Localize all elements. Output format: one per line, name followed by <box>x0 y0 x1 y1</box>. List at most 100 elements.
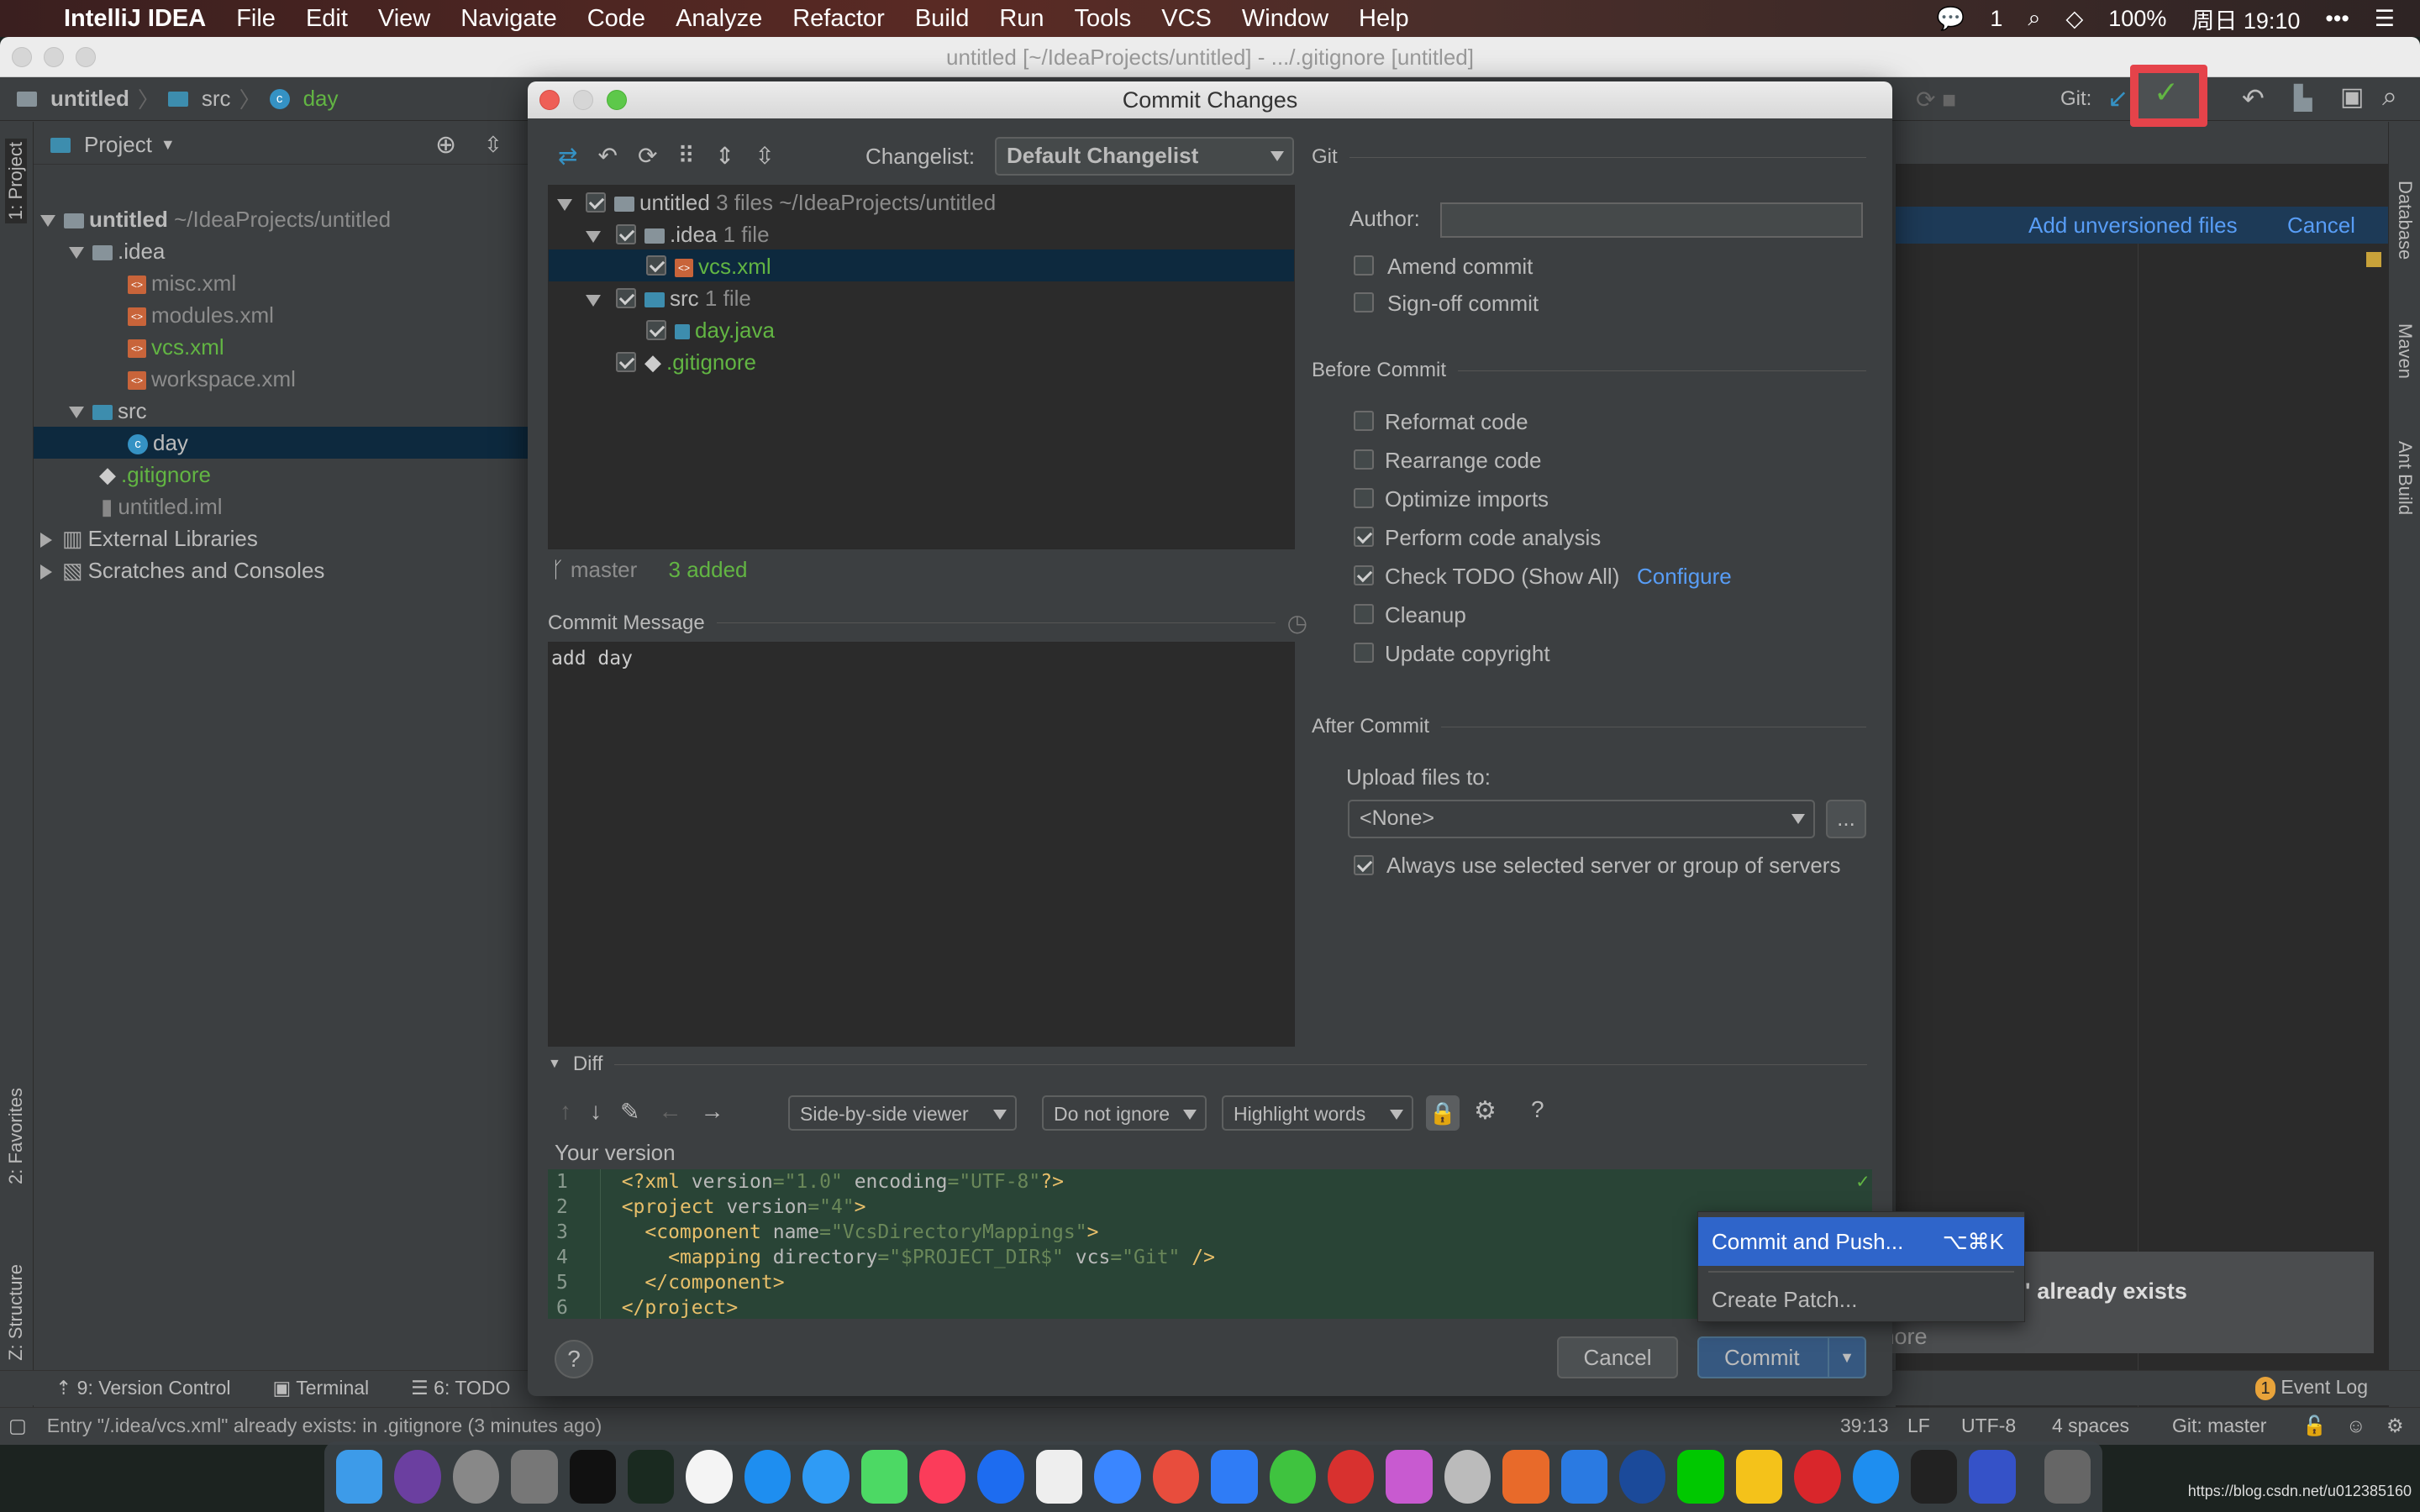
commit-and-push-item[interactable]: Commit and Push... ⌥⌘K <box>1698 1217 2024 1266</box>
before-commit-checkbox[interactable] <box>1354 527 1374 547</box>
terminal-icon[interactable]: ▣ <box>2340 82 2364 112</box>
maximize-window-button[interactable] <box>76 47 96 67</box>
menu-app[interactable]: IntelliJ IDEA <box>64 5 206 33</box>
menu-window[interactable]: Window <box>1242 5 1328 33</box>
include-checkbox[interactable] <box>616 288 636 308</box>
signoff-commit-checkbox[interactable] <box>1354 292 1374 312</box>
breadcrumb-untitled[interactable]: untitled <box>50 86 129 112</box>
menu-file[interactable]: File <box>236 5 276 33</box>
menu-navigate[interactable]: Navigate <box>460 5 556 33</box>
before-commit-checkbox[interactable] <box>1354 449 1374 470</box>
project-view-selector[interactable]: Project <box>84 132 152 158</box>
diff-code-view[interactable]: 1 <?xml version="1.0" encoding="UTF-8"?>… <box>548 1169 1872 1319</box>
commit-options-dropdown-icon[interactable]: ▼ <box>1828 1338 1865 1377</box>
expand-icon[interactable] <box>40 533 52 549</box>
project-structure-icon[interactable]: ▙ <box>2294 84 2312 112</box>
wifi-icon[interactable]: ◇ <box>2066 6 2084 32</box>
tree-item-misc[interactable]: <> misc.xml <box>128 267 236 299</box>
indent-setting[interactable]: 4 spaces <box>2052 1415 2129 1437</box>
tab-favorites[interactable]: 2: Favorites <box>5 1088 27 1184</box>
expand-icon[interactable] <box>586 295 601 307</box>
history-icon[interactable]: ◷ <box>1287 609 1307 637</box>
close-window-button[interactable] <box>12 47 32 67</box>
change-node-gitignore[interactable]: ◆ .gitignore <box>644 349 756 375</box>
clock[interactable]: 周日 19:10 <box>2191 3 2300 35</box>
menu-code[interactable]: Code <box>587 5 645 33</box>
app-icon[interactable] <box>1735 1450 1783 1504</box>
before-commit-checkbox[interactable] <box>1354 488 1374 508</box>
expand-icon[interactable] <box>586 231 601 244</box>
tree-item-vcs[interactable]: <> vcs.xml <box>128 331 224 363</box>
include-checkbox[interactable] <box>616 352 636 372</box>
notification-badge[interactable]: 1 <box>1990 6 2002 32</box>
rollback-icon[interactable]: ↶ <box>597 142 617 170</box>
dialog-zoom-button[interactable] <box>607 90 627 110</box>
notification-center-icon[interactable]: ☰ <box>2375 6 2395 32</box>
breadcrumb-src[interactable]: src <box>202 86 231 112</box>
group-by-icon[interactable]: ⠿ <box>677 142 695 170</box>
tab-ant-build[interactable]: Ant Build <box>2394 441 2416 515</box>
minimize-window-button[interactable] <box>44 47 64 67</box>
app-store-icon[interactable] <box>744 1450 792 1504</box>
activity-monitor-icon[interactable] <box>628 1450 675 1504</box>
back-icon[interactable]: ← <box>658 1098 681 1126</box>
refresh-icon[interactable]: ⟳ <box>638 142 657 170</box>
wechat-icon[interactable]: 💬 <box>1937 5 1965 32</box>
menu-edit[interactable]: Edit <box>306 5 348 33</box>
change-node-untitled[interactable] <box>557 191 581 217</box>
tree-item-day[interactable]: c day <box>34 427 528 459</box>
rollback-icon[interactable]: ↶ <box>2242 82 2265 114</box>
change-node-vcs[interactable]: <> vcs.xml <box>549 249 1294 281</box>
help-icon[interactable]: ? <box>1531 1096 1544 1123</box>
trash-icon[interactable] <box>2044 1450 2091 1504</box>
author-input[interactable] <box>1440 202 1863 238</box>
file-encoding[interactable]: UTF-8 <box>1961 1415 2016 1437</box>
menu-tools[interactable]: Tools <box>1075 5 1132 33</box>
always-use-server-checkbox[interactable] <box>1354 855 1374 875</box>
change-node-src[interactable] <box>586 286 609 312</box>
line-separator[interactable]: LF <box>1907 1415 1930 1437</box>
include-checkbox[interactable] <box>586 192 606 213</box>
amend-commit-checkbox[interactable] <box>1354 255 1374 276</box>
inspector-icon[interactable]: ☺ <box>2346 1415 2365 1437</box>
menu-refactor[interactable]: Refactor <box>792 5 885 33</box>
launchpad-icon[interactable] <box>452 1450 500 1504</box>
tab-structure[interactable]: Z: Structure <box>5 1264 27 1361</box>
update-project-icon[interactable]: ↙ <box>2107 84 2128 113</box>
app-icon[interactable] <box>1502 1450 1549 1504</box>
menu-run[interactable]: Run <box>999 5 1044 33</box>
before-commit-checkbox[interactable] <box>1354 565 1374 585</box>
before-commit-checkbox[interactable] <box>1354 604 1374 624</box>
collapse-all-icon[interactable]: ⇳ <box>484 132 502 158</box>
expand-icon[interactable] <box>40 215 55 228</box>
itunes-icon[interactable] <box>919 1450 966 1504</box>
before-commit-checkbox[interactable] <box>1354 643 1374 663</box>
expand-icon[interactable] <box>557 199 572 212</box>
photos-icon[interactable] <box>686 1450 733 1504</box>
configure-todo-link[interactable]: Configure <box>1637 564 1732 590</box>
search-everywhere-icon[interactable]: ⌕ <box>2382 81 2397 113</box>
battery-level[interactable]: 100% <box>2108 6 2166 32</box>
breadcrumb-day[interactable]: day <box>303 86 339 112</box>
tab-version-control[interactable]: ⇡ 9: Version Control <box>55 1377 231 1399</box>
tree-item-untitled[interactable]: untitled ~/IdeaProjects/untitled <box>40 203 391 235</box>
qq-icon[interactable] <box>1910 1450 1958 1504</box>
forward-icon[interactable]: → <box>700 1098 723 1126</box>
edit-source-icon[interactable]: ✎ <box>620 1098 639 1126</box>
include-checkbox[interactable] <box>616 224 636 244</box>
create-patch-item[interactable]: Create Patch... <box>1698 1278 2024 1321</box>
tab-terminal[interactable]: ▣ Terminal <box>273 1377 370 1399</box>
next-difference-icon[interactable]: ↓ <box>590 1098 602 1126</box>
iqiyi-icon[interactable] <box>1677 1450 1724 1504</box>
tree-item-gitignore[interactable]: ◆ .gitignore <box>99 459 211 491</box>
finder-icon[interactable] <box>336 1450 383 1504</box>
settings-gear-icon[interactable]: ⚙ <box>1474 1096 1497 1126</box>
intellij-icon[interactable] <box>1969 1450 2016 1504</box>
commit-button[interactable]: Commit ▼ <box>1697 1336 1866 1378</box>
wechat-app-icon[interactable] <box>1269 1450 1316 1504</box>
messages-icon[interactable] <box>802 1450 850 1504</box>
netease-music-icon[interactable] <box>1794 1450 1841 1504</box>
tree-item-external-libraries[interactable]: ▥ External Libraries <box>40 522 258 554</box>
tab-todo[interactable]: ☰ 6: TODO <box>411 1377 510 1399</box>
lock-toggle[interactable]: 🔒 <box>1426 1095 1460 1131</box>
